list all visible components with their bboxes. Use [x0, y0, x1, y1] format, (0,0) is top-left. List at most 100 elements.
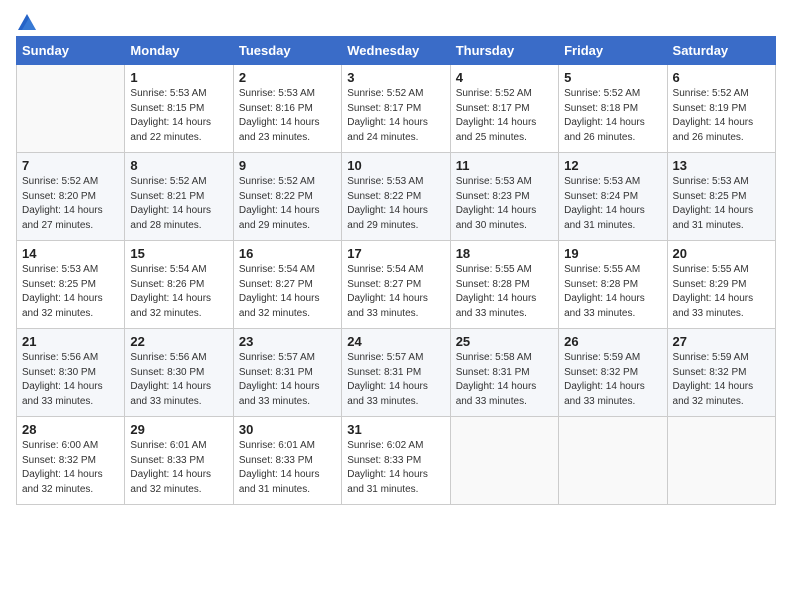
day-number: 8	[130, 158, 227, 173]
day-info: Sunrise: 6:00 AM Sunset: 8:32 PM Dayligh…	[22, 439, 119, 497]
day-info: Sunrise: 5:52 AM Sunset: 8:19 PM Dayligh…	[673, 87, 770, 145]
day-info: Sunrise: 6:01 AM Sunset: 8:33 PM Dayligh…	[239, 439, 336, 497]
calendar-cell: 3Sunrise: 5:52 AM Sunset: 8:17 PM Daylig…	[342, 65, 450, 153]
calendar-cell: 25Sunrise: 5:58 AM Sunset: 8:31 PM Dayli…	[450, 329, 558, 417]
weekday-header-friday: Friday	[559, 37, 667, 65]
day-number: 14	[22, 246, 119, 261]
calendar-cell: 15 Sunrise: 5:54 AM Sunset: 8:26 PM Dayli…	[125, 241, 233, 329]
calendar-cell: 20 Sunrise: 5:55 AM Sunset: 8:29 PM Dayli…	[667, 241, 775, 329]
calendar-cell: 14 Sunrise: 5:53 AM Sunset: 8:25 PM Dayli…	[17, 241, 125, 329]
calendar-cell	[667, 417, 775, 505]
day-info: Sunrise: 5:58 AM Sunset: 8:31 PM Dayligh…	[456, 351, 553, 409]
day-info: Sunrise: 5:53 AM Sunset: 8:24 PM Dayligh…	[564, 175, 661, 233]
calendar-cell: 9 Sunrise: 5:52 AM Sunset: 8:22 PM Daylig…	[233, 153, 341, 241]
day-number: 28	[22, 422, 119, 437]
day-number: 2	[239, 70, 336, 85]
day-info: Sunrise: 6:01 AM Sunset: 8:33 PM Dayligh…	[130, 439, 227, 497]
day-info: Sunrise: 5:57 AM Sunset: 8:31 PM Dayligh…	[347, 351, 444, 409]
day-info: Sunrise: 5:52 AM Sunset: 8:21 PM Dayligh…	[130, 175, 227, 233]
day-info: Sunrise: 5:53 AM Sunset: 8:16 PM Dayligh…	[239, 87, 336, 145]
day-info: Sunrise: 5:53 AM Sunset: 8:22 PM Dayligh…	[347, 175, 444, 233]
day-number: 15	[130, 246, 227, 261]
calendar-cell: 16 Sunrise: 5:54 AM Sunset: 8:27 PM Dayli…	[233, 241, 341, 329]
week-row-3: 14 Sunrise: 5:53 AM Sunset: 8:25 PM Dayli…	[17, 241, 776, 329]
calendar-cell: 24 Sunrise: 5:57 AM Sunset: 8:31 PM Dayli…	[342, 329, 450, 417]
weekday-header-tuesday: Tuesday	[233, 37, 341, 65]
calendar-cell: 27 Sunrise: 5:59 AM Sunset: 8:32 PM Dayli…	[667, 329, 775, 417]
day-info: Sunrise: 5:53 AM Sunset: 8:23 PM Dayligh…	[456, 175, 553, 233]
day-number: 17	[347, 246, 444, 261]
calendar-cell: 19 Sunrise: 5:55 AM Sunset: 8:28 PM Dayli…	[559, 241, 667, 329]
day-info: Sunrise: 5:53 AM Sunset: 8:25 PM Dayligh…	[673, 175, 770, 233]
day-number: 12	[564, 158, 661, 173]
calendar-cell: 7 Sunrise: 5:52 AM Sunset: 8:20 PM Daylig…	[17, 153, 125, 241]
week-row-5: 28 Sunrise: 6:00 AM Sunset: 8:32 PM Dayli…	[17, 417, 776, 505]
calendar-cell: 21 Sunrise: 5:56 AM Sunset: 8:30 PM Dayli…	[17, 329, 125, 417]
day-info: Sunrise: 5:54 AM Sunset: 8:27 PM Dayligh…	[239, 263, 336, 321]
calendar-cell: 13 Sunrise: 5:53 AM Sunset: 8:25 PM Dayli…	[667, 153, 775, 241]
calendar-table: SundayMondayTuesdayWednesdayThursdayFrid…	[16, 36, 776, 505]
day-info: Sunrise: 5:52 AM Sunset: 8:17 PM Dayligh…	[456, 87, 553, 145]
day-number: 13	[673, 158, 770, 173]
day-info: Sunrise: 5:55 AM Sunset: 8:28 PM Dayligh…	[456, 263, 553, 321]
day-number: 16	[239, 246, 336, 261]
day-number: 22	[130, 334, 227, 349]
day-number: 27	[673, 334, 770, 349]
day-number: 9	[239, 158, 336, 173]
calendar-cell: 28 Sunrise: 6:00 AM Sunset: 8:32 PM Dayli…	[17, 417, 125, 505]
day-number: 20	[673, 246, 770, 261]
day-number: 3	[347, 70, 444, 85]
day-info: Sunrise: 6:02 AM Sunset: 8:33 PM Dayligh…	[347, 439, 444, 497]
day-info: Sunrise: 5:53 AM Sunset: 8:15 PM Dayligh…	[130, 87, 227, 145]
weekday-header-sunday: Sunday	[17, 37, 125, 65]
day-info: Sunrise: 5:57 AM Sunset: 8:31 PM Dayligh…	[239, 351, 336, 409]
calendar-cell: 17Sunrise: 5:54 AM Sunset: 8:27 PM Dayli…	[342, 241, 450, 329]
calendar-cell: 6 Sunrise: 5:52 AM Sunset: 8:19 PM Daylig…	[667, 65, 775, 153]
day-number: 26	[564, 334, 661, 349]
day-info: Sunrise: 5:52 AM Sunset: 8:22 PM Dayligh…	[239, 175, 336, 233]
calendar-cell: 29 Sunrise: 6:01 AM Sunset: 8:33 PM Dayli…	[125, 417, 233, 505]
calendar-cell	[450, 417, 558, 505]
day-number: 21	[22, 334, 119, 349]
day-number: 7	[22, 158, 119, 173]
day-number: 31	[347, 422, 444, 437]
day-info: Sunrise: 5:56 AM Sunset: 8:30 PM Dayligh…	[130, 351, 227, 409]
day-info: Sunrise: 5:54 AM Sunset: 8:26 PM Dayligh…	[130, 263, 227, 321]
calendar-body: 1Sunrise: 5:53 AM Sunset: 8:15 PM Daylig…	[17, 65, 776, 505]
calendar-cell: 31 Sunrise: 6:02 AM Sunset: 8:33 PM Dayli…	[342, 417, 450, 505]
calendar-cell: 30Sunrise: 6:01 AM Sunset: 8:33 PM Dayli…	[233, 417, 341, 505]
day-info: Sunrise: 5:52 AM Sunset: 8:18 PM Dayligh…	[564, 87, 661, 145]
day-info: Sunrise: 5:52 AM Sunset: 8:20 PM Dayligh…	[22, 175, 119, 233]
weekday-header-monday: Monday	[125, 37, 233, 65]
week-row-2: 7 Sunrise: 5:52 AM Sunset: 8:20 PM Daylig…	[17, 153, 776, 241]
weekday-header-thursday: Thursday	[450, 37, 558, 65]
day-info: Sunrise: 5:59 AM Sunset: 8:32 PM Dayligh…	[564, 351, 661, 409]
calendar-cell: 18Sunrise: 5:55 AM Sunset: 8:28 PM Dayli…	[450, 241, 558, 329]
logo	[16, 16, 36, 26]
day-info: Sunrise: 5:55 AM Sunset: 8:28 PM Dayligh…	[564, 263, 661, 321]
calendar-cell: 22 Sunrise: 5:56 AM Sunset: 8:30 PM Dayli…	[125, 329, 233, 417]
weekday-header-row: SundayMondayTuesdayWednesdayThursdayFrid…	[17, 37, 776, 65]
day-info: Sunrise: 5:55 AM Sunset: 8:29 PM Dayligh…	[673, 263, 770, 321]
day-number: 23	[239, 334, 336, 349]
calendar-cell: 4Sunrise: 5:52 AM Sunset: 8:17 PM Daylig…	[450, 65, 558, 153]
calendar-cell: 1Sunrise: 5:53 AM Sunset: 8:15 PM Daylig…	[125, 65, 233, 153]
day-number: 29	[130, 422, 227, 437]
day-number: 19	[564, 246, 661, 261]
calendar-cell: 10Sunrise: 5:53 AM Sunset: 8:22 PM Dayli…	[342, 153, 450, 241]
day-info: Sunrise: 5:59 AM Sunset: 8:32 PM Dayligh…	[673, 351, 770, 409]
day-info: Sunrise: 5:53 AM Sunset: 8:25 PM Dayligh…	[22, 263, 119, 321]
calendar-cell: 2 Sunrise: 5:53 AM Sunset: 8:16 PM Daylig…	[233, 65, 341, 153]
page-header	[16, 16, 776, 26]
day-number: 11	[456, 158, 553, 173]
weekday-header-wednesday: Wednesday	[342, 37, 450, 65]
calendar-cell	[559, 417, 667, 505]
calendar-cell: 5Sunrise: 5:52 AM Sunset: 8:18 PM Daylig…	[559, 65, 667, 153]
calendar-cell: 12 Sunrise: 5:53 AM Sunset: 8:24 PM Dayli…	[559, 153, 667, 241]
day-number: 24	[347, 334, 444, 349]
day-number: 6	[673, 70, 770, 85]
logo-icon	[18, 14, 36, 30]
day-info: Sunrise: 5:56 AM Sunset: 8:30 PM Dayligh…	[22, 351, 119, 409]
calendar-cell: 11 Sunrise: 5:53 AM Sunset: 8:23 PM Dayli…	[450, 153, 558, 241]
calendar-cell: 26 Sunrise: 5:59 AM Sunset: 8:32 PM Dayli…	[559, 329, 667, 417]
